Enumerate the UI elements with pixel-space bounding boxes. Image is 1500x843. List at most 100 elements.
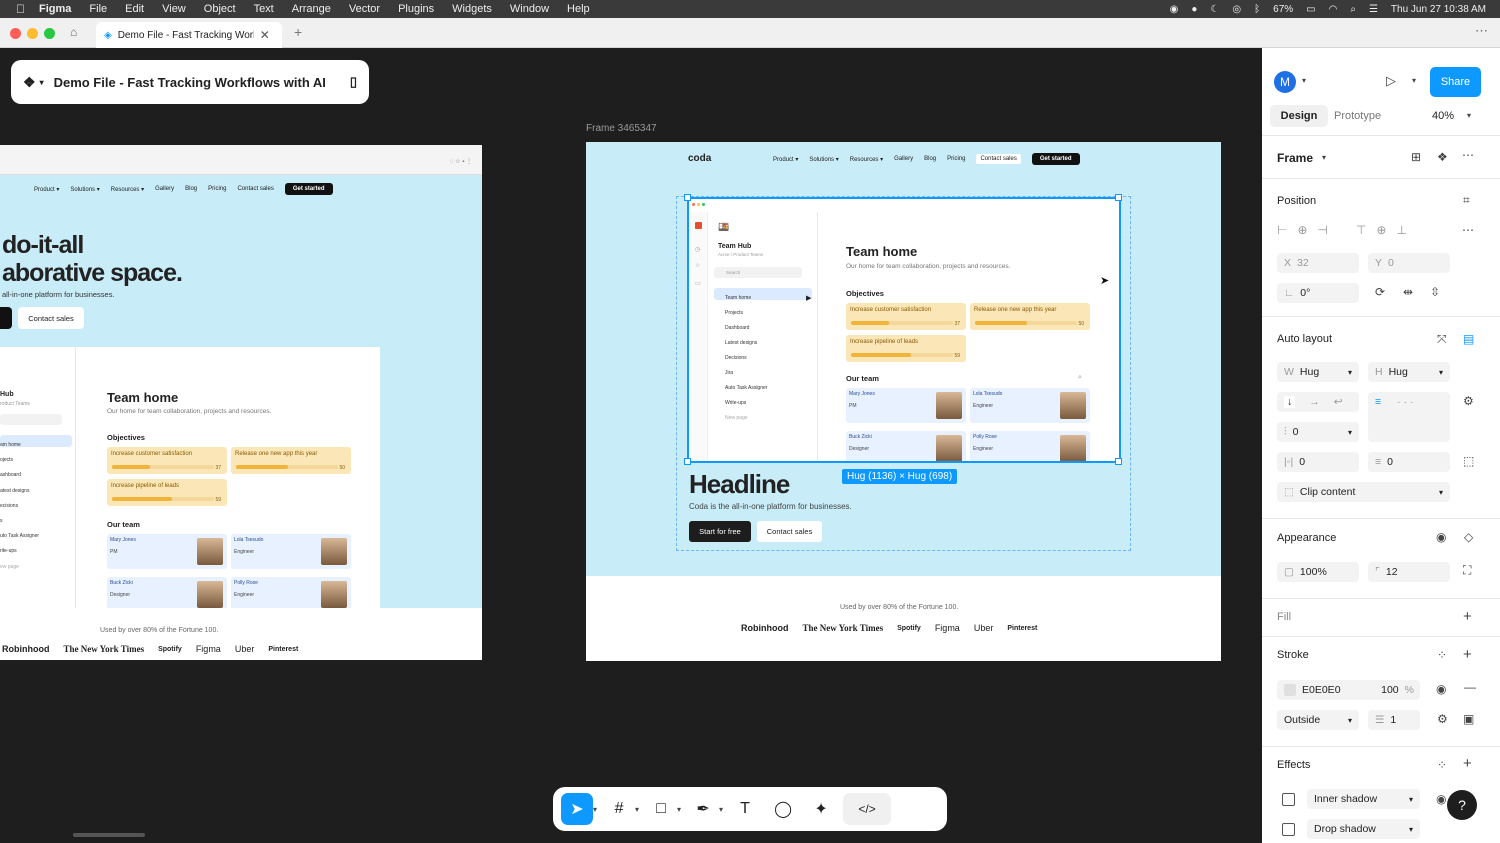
screen-record-icon[interactable]: ◉	[1170, 4, 1179, 15]
menu-file[interactable]: File	[89, 3, 107, 15]
padding-vertical-field[interactable]: ≡ 0	[1368, 452, 1450, 472]
main-frame[interactable]: coda Product ▾ Solutions ▾ Resources ▾ G…	[586, 142, 1221, 661]
stroke-sides-icon[interactable]: ▣	[1463, 712, 1474, 726]
direction-right-icon[interactable]: →	[1309, 396, 1320, 408]
more-icon[interactable]: ⋯	[1475, 23, 1488, 39]
start-free-button[interactable]: Start for free	[689, 521, 751, 542]
chevron-down-icon[interactable]: ▾	[40, 78, 44, 87]
menu-edit[interactable]: Edit	[125, 3, 144, 15]
left-nav-pricing[interactable]: Pricing	[208, 186, 226, 192]
inner-shadow-dropdown[interactable]: Inner shadow ▾	[1307, 789, 1420, 809]
menu-object[interactable]: Object	[204, 3, 236, 15]
close-tab-icon[interactable]: ✕	[260, 28, 270, 42]
rotate-icon[interactable]: ⟳	[1375, 285, 1385, 299]
shape-tool-button[interactable]: □	[645, 793, 677, 825]
menu-text[interactable]: Text	[254, 3, 274, 15]
menu-plugins[interactable]: Plugins	[398, 3, 434, 15]
align-left-icon[interactable]: ⊢	[1277, 223, 1287, 237]
left-nav-blog[interactable]: Blog	[185, 186, 197, 192]
chevron-down-icon[interactable]: ▾	[1439, 368, 1443, 377]
align-bottom-icon[interactable]: ⊥	[1396, 223, 1406, 237]
chevron-down-icon[interactable]: ▾	[1322, 153, 1326, 162]
home-icon[interactable]: ⌂	[70, 25, 77, 39]
audio-icon[interactable]: ●	[1191, 4, 1197, 15]
stroke-color-field[interactable]: E0E0E0 100 %	[1277, 680, 1420, 700]
left-side-item[interactable]: ecisions	[0, 499, 39, 514]
minimize-window-button[interactable]	[27, 28, 38, 39]
chevron-down-icon[interactable]: ▾	[1409, 825, 1413, 834]
left-start-button[interactable]	[0, 307, 12, 329]
wrap-icon[interactable]: ↩	[1334, 396, 1343, 408]
resize-handle[interactable]	[1115, 458, 1122, 465]
y-field[interactable]: Y 0	[1368, 253, 1450, 273]
frame-type-label[interactable]: Frame	[1277, 151, 1313, 165]
chevron-down-icon[interactable]: ▾	[1348, 428, 1352, 437]
menu-view[interactable]: View	[162, 3, 186, 15]
individual-corners-icon[interactable]: ⛶	[1463, 563, 1471, 578]
left-objective-card[interactable]: Release one new app this year 50	[231, 447, 351, 474]
add-fill-icon[interactable]: +	[1463, 608, 1472, 625]
moon-icon[interactable]: ☾	[1210, 4, 1219, 15]
menu-widgets[interactable]: Widgets	[452, 3, 492, 15]
move-tool-button[interactable]: ➤	[561, 793, 593, 825]
more-options-icon[interactable]: ⋯	[1462, 148, 1474, 162]
chevron-down-icon[interactable]: ▾	[719, 805, 723, 814]
figma-canvas[interactable]: ❖ ▾ Demo File - Fast Tracking Workflows …	[0, 48, 1262, 843]
menu-window[interactable]: Window	[510, 3, 549, 15]
left-team-member-card[interactable]: Buck Zicki Designer	[107, 577, 227, 612]
chevron-down-icon[interactable]: ▾	[1439, 488, 1443, 497]
figma-menu-icon[interactable]: ❖	[23, 74, 36, 91]
grid-icon[interactable]: ⊞	[1411, 150, 1421, 164]
chevron-down-icon[interactable]: ▾	[593, 805, 597, 814]
nav-gallery[interactable]: Gallery	[894, 156, 913, 162]
padding-horizontal-field[interactable]: |◦| 0	[1277, 452, 1359, 472]
resize-handle[interactable]	[684, 458, 691, 465]
resize-handle[interactable]	[684, 194, 691, 201]
selection-box[interactable]	[687, 197, 1121, 463]
chevron-down-icon[interactable]: ▾	[635, 805, 639, 814]
left-team-member-card[interactable]: Lola Tsesudo Engineer	[231, 534, 351, 569]
left-team-member-card[interactable]: Mary Jones PM	[107, 534, 227, 569]
left-side-item[interactable]: ojects	[0, 453, 39, 468]
left-nav-resources[interactable]: Resources ▾	[111, 186, 144, 193]
eye-icon[interactable]: ◉	[1436, 530, 1446, 544]
drop-shadow-dropdown[interactable]: Drop shadow ▾	[1307, 819, 1420, 839]
clip-content-dropdown[interactable]: ⬚ Clip content ▾	[1277, 482, 1450, 502]
styles-icon[interactable]: ⁘	[1437, 648, 1447, 662]
more-align-icon[interactable]: ⋯	[1462, 223, 1474, 237]
sidebar-toggle-icon[interactable]: ▯	[350, 74, 357, 90]
new-tab-button[interactable]: +	[294, 24, 302, 40]
nav-product[interactable]: Product ▾	[773, 156, 798, 163]
apple-icon[interactable]: 	[16, 2, 25, 16]
flip-vertical-icon[interactable]: ⇳	[1430, 285, 1440, 299]
corner-radius-field[interactable]: ⌜ 12	[1368, 562, 1450, 582]
opacity-field[interactable]: ▢ 100%	[1277, 562, 1359, 582]
eye-icon[interactable]: ◉	[1436, 792, 1446, 806]
left-nav-contact[interactable]: Contact sales	[237, 186, 273, 192]
stroke-width-field[interactable]: ☰ 1	[1368, 710, 1420, 730]
chevron-down-icon[interactable]: ▾	[677, 805, 681, 814]
menu-app-name[interactable]: Figma	[39, 3, 71, 15]
pen-tool-button[interactable]: ✒	[687, 793, 719, 825]
left-nav-cta[interactable]: Get started	[284, 183, 333, 195]
horizontal-scrollbar[interactable]	[73, 833, 145, 837]
play-icon[interactable]: ▷	[1386, 73, 1396, 89]
nav-resources[interactable]: Resources ▾	[850, 156, 883, 163]
collapse-icon[interactable]: ⤧	[1437, 332, 1447, 347]
inner-shadow-checkbox[interactable]	[1282, 793, 1295, 806]
direction-down-icon[interactable]: ↓	[1284, 396, 1296, 408]
height-field[interactable]: H Hug ▾	[1368, 362, 1450, 382]
text-tool-button[interactable]: T	[729, 793, 761, 825]
left-side-item[interactable]: rite-ups	[0, 544, 39, 559]
left-nav-solutions[interactable]: Solutions ▾	[70, 186, 99, 193]
drop-shadow-checkbox[interactable]	[1282, 823, 1295, 836]
align-top-icon[interactable]: ⊤	[1356, 223, 1366, 237]
browser-tab[interactable]: ◈ Demo File - Fast Tracking Workfl ✕	[96, 22, 282, 48]
flip-horizontal-icon[interactable]: ⇹	[1403, 285, 1413, 299]
control-center-icon[interactable]: ☰	[1369, 4, 1378, 15]
add-effect-icon[interactable]: +	[1463, 755, 1472, 772]
left-side-item[interactable]: ew page	[0, 560, 39, 575]
spotlight-icon[interactable]: ⌕	[1350, 4, 1356, 15]
left-nav-product[interactable]: Product ▾	[34, 186, 59, 193]
menu-help[interactable]: Help	[567, 3, 590, 15]
